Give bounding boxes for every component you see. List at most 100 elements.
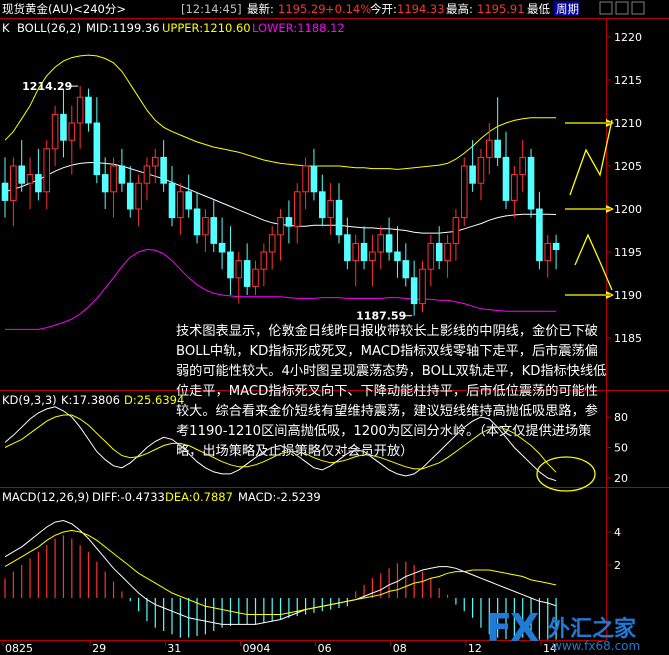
candle-body [452, 217, 460, 244]
y-tick-label: 1205 [614, 160, 642, 173]
x-tick-label: 08 [393, 642, 407, 655]
candle-body [202, 217, 209, 236]
candle-body [43, 148, 51, 193]
candle-body [427, 242, 435, 270]
candle-body [193, 208, 201, 236]
macd-y-tick-label: 2 [614, 559, 621, 572]
kd-legend: KD(9,3,3) K:17.3806 D:25.6394 [2, 393, 184, 407]
price-annotation: 1187.59 [356, 310, 406, 323]
latest-value: 1195.29 [278, 2, 326, 16]
candle-body [168, 182, 176, 219]
candle-body [544, 242, 552, 262]
kd-y-tick-label: 80 [614, 411, 628, 424]
candle-body [410, 277, 418, 305]
y-tick-label: 1195 [614, 246, 642, 259]
kd-y-tick-label: 20 [614, 472, 628, 485]
candle-body [210, 217, 218, 244]
candle-body [177, 191, 184, 219]
boll-upper: UPPER:1210.60 [162, 21, 251, 35]
x-tick-label: 12 [468, 642, 482, 655]
candle-body [377, 234, 385, 253]
candle-body [227, 251, 234, 279]
watermark-logo: FX 外汇之家 www.fx68.com [486, 606, 668, 654]
candle-body [143, 165, 151, 184]
candle-body [260, 251, 268, 270]
candle-body [293, 191, 301, 227]
candle-body [352, 242, 359, 262]
candle-body [469, 165, 476, 184]
boll-lower: LOWER:1188.12 [252, 21, 345, 35]
candle-body [511, 174, 518, 201]
candle-body [419, 268, 426, 305]
candle-body [402, 260, 410, 279]
candle-body [110, 165, 117, 193]
kd-name: KD(9,3,3) [2, 393, 57, 407]
highlight-circle [536, 456, 596, 492]
watermark-brand: FX [486, 606, 539, 650]
analysis-note: 技术图表显示，伦敦金日线昨日报收带较长上影线的中阴线，金价已下破BOLL中轨，K… [176, 324, 607, 459]
boll-legend: K BOLL(26,2) MID:1199.36 UPPER:1210.60 L… [2, 21, 345, 35]
high-label: 最高: [446, 2, 473, 16]
x-tick-label: 0825 [5, 642, 33, 655]
macd-diff: DIFF:-0.4733 [92, 490, 165, 504]
boll-k-label: K [2, 21, 10, 35]
period-button[interactable]: 周期 [556, 2, 579, 16]
candle-body [101, 174, 109, 193]
candle-body [135, 182, 142, 210]
latest-change: +0.14% [325, 2, 371, 16]
candle-body [26, 174, 34, 184]
candle-body [152, 156, 159, 167]
kd-k-value: K:17.3806 [61, 393, 120, 407]
candle-body [126, 182, 134, 210]
price-panel: 1214.29 1187.59 [1, 54, 614, 330]
candle-body [460, 165, 468, 219]
y-tick-label: 1215 [614, 74, 642, 87]
candle-body [218, 242, 226, 253]
kd-y-tick-label: 50 [614, 442, 628, 455]
y-tick-label: 1190 [614, 289, 642, 302]
forecast-path-up [569, 119, 613, 196]
boll-mid: MID:1199.36 [86, 21, 160, 35]
candle-body [519, 156, 527, 176]
x-tick-label: 06 [318, 642, 332, 655]
candle-body [76, 96, 84, 124]
candle-body [35, 174, 42, 193]
candle-body [118, 165, 126, 184]
candle-body [235, 260, 243, 279]
watermark-url: www.fx68.com [552, 639, 641, 653]
candle-body [93, 122, 101, 176]
y-tick-label: 1185 [614, 332, 642, 345]
candle-body [435, 242, 443, 262]
candle-body [344, 234, 351, 262]
macd-legend: MACD(12,26,9) DIFF:-0.4733 DEA:0.7887 MA… [2, 490, 321, 504]
candle-body [477, 156, 485, 184]
candle-body [486, 139, 493, 158]
y-tick-label: 1200 [614, 203, 642, 216]
candle-body [285, 217, 293, 227]
price-annotation: 1214.29 [22, 80, 72, 93]
open-label: 今开: [370, 2, 397, 16]
candle-body [68, 122, 76, 141]
candle-body [327, 199, 334, 219]
candle-body [185, 191, 192, 210]
high-value: 1195.91 [477, 2, 525, 16]
boll-name: BOLL(26,2) [17, 21, 81, 35]
candle-body [527, 156, 535, 210]
x-tick-label: 0904 [242, 642, 270, 655]
candle-body [10, 165, 17, 201]
candle-body [319, 191, 326, 219]
macd-value: MACD:-2.5239 [238, 490, 321, 504]
y-tick-label: 1220 [614, 31, 642, 44]
candle-body [310, 165, 318, 193]
low-label: 最低 [527, 2, 550, 16]
open-value: 1194.33 [397, 2, 445, 16]
candle-body [494, 139, 501, 158]
candle-body [444, 242, 451, 262]
candle-body [552, 242, 560, 251]
candle-body [18, 165, 25, 184]
candle-body [268, 234, 276, 253]
macd-name: MACD(12,26,9) [2, 490, 89, 504]
x-tick-label: 31 [167, 642, 181, 655]
candle-body [536, 208, 543, 262]
candle-body [60, 113, 67, 141]
